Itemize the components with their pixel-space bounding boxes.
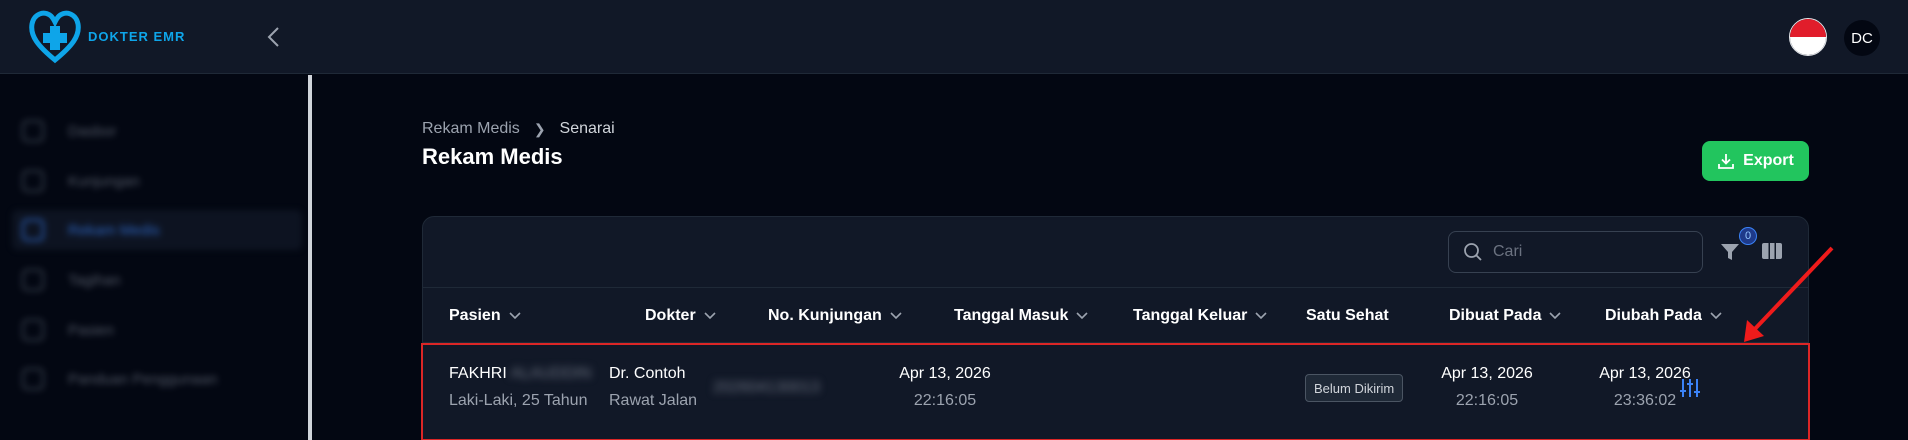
receipt-icon [22, 269, 44, 291]
column-label: Satu Sehat [1306, 307, 1389, 324]
home-icon [22, 120, 44, 142]
search-input[interactable] [1493, 243, 1693, 261]
collapse-sidebar-button[interactable] [266, 26, 282, 48]
row-actions-button[interactable] [1679, 377, 1701, 399]
column-header-pasien[interactable]: Pasien [449, 288, 521, 344]
filter-count-badge: 0 [1739, 227, 1757, 245]
sliders-icon [1680, 379, 1700, 397]
document-icon [22, 219, 44, 241]
breadcrumb-current: Senarai [559, 120, 615, 137]
app-logo[interactable]: DOKTER EMR [28, 8, 185, 64]
sidebar-item-label: Kunjungan [68, 172, 140, 190]
date-in: Apr 13, 2026 [899, 365, 991, 382]
patient-last-name-redacted: ALAUDDIN [510, 365, 592, 382]
columns-icon [1762, 243, 1782, 259]
chevron-down-icon [509, 312, 521, 320]
search-icon [1464, 243, 1482, 261]
heart-cross-logo-icon [29, 10, 81, 64]
column-header-no-kunjungan[interactable]: No. Kunjungan [768, 288, 902, 344]
column-header-dokter[interactable]: Dokter [645, 288, 716, 344]
column-header-dibuat-pada[interactable]: Dibuat Pada [1449, 288, 1562, 344]
chevron-down-icon [1076, 312, 1088, 320]
column-label: Dibuat Pada [1449, 307, 1542, 324]
export-button[interactable]: Export [1702, 141, 1809, 181]
chevron-right-icon: ❯ [533, 120, 546, 137]
sidebar-item-kunjungan[interactable]: Kunjungan [12, 161, 302, 201]
doctor-name: Dr. Contoh [609, 365, 686, 382]
column-label: No. Kunjungan [768, 307, 882, 324]
flag-white-band [1790, 37, 1826, 55]
satu-sehat-status-badge: Belum Dikirim [1305, 374, 1404, 402]
sidebar-item-label: Pasien [68, 321, 114, 339]
sidebar-item-panduan[interactable]: Panduan Penggunaan [12, 359, 302, 399]
chevron-down-icon [1549, 312, 1562, 320]
sidebar-item-pasien[interactable]: Pasien [12, 310, 302, 350]
filter-button[interactable] [1719, 241, 1741, 263]
sidebar: Dasbor Kunjungan Rekam Medis Tagihan Pas… [0, 75, 312, 440]
chevron-left-icon [267, 27, 279, 47]
column-label: Dokter [645, 307, 696, 324]
chevron-down-icon [890, 312, 902, 320]
patient-meta: Laki-Laki, 25 Tahun [449, 392, 588, 409]
sidebar-item-tagihan[interactable]: Tagihan [12, 260, 302, 300]
breadcrumb: Rekam Medis ❯ Senarai [422, 120, 615, 138]
top-navbar: DOKTER EMR DC [0, 0, 1908, 74]
language-switcher[interactable] [1789, 18, 1827, 56]
column-header-tanggal-masuk[interactable]: Tanggal Masuk [954, 288, 1088, 344]
flag-red-band [1790, 19, 1826, 37]
column-label: Diubah Pada [1605, 307, 1702, 324]
breadcrumb-parent-link[interactable]: Rekam Medis [422, 120, 520, 138]
sidebar-item-rekam-medis[interactable]: Rekam Medis [12, 210, 302, 250]
chevron-down-icon [1710, 312, 1722, 320]
visit-number-redacted: 202604130013 [713, 379, 820, 396]
patient-first-name: FAKHRI [449, 365, 507, 382]
column-label: Tanggal Masuk [954, 307, 1069, 324]
sidebar-item-label: Rekam Medis [68, 221, 160, 239]
logo-text: DOKTER EMR [88, 28, 186, 44]
export-label: Export [1743, 152, 1794, 169]
user-icon [22, 319, 44, 341]
column-header-satu-sehat: Satu Sehat [1306, 288, 1389, 344]
column-header-diubah-pada[interactable]: Diubah Pada [1605, 288, 1722, 344]
download-icon [1718, 154, 1735, 169]
records-table-panel: 0 Pasien Dokter No. Kunjungan Tanggal Ma… [421, 216, 1810, 440]
book-icon [22, 368, 44, 390]
sidebar-item-label: Panduan Penggunaan [68, 370, 218, 388]
table-row[interactable]: FAKHRI ALAUDDIN Laki-Laki, 25 Tahun Dr. … [421, 343, 1810, 440]
time-in: 22:16:05 [913, 392, 977, 409]
chevron-down-icon [1255, 312, 1267, 320]
sidebar-item-label: Tagihan [68, 271, 121, 289]
visit-type: Rawat Jalan [609, 392, 698, 409]
page-title: Rekam Medis [422, 144, 563, 169]
patient-name[interactable]: FAKHRI ALAUDDIN [449, 365, 591, 383]
search-box[interactable] [1448, 231, 1703, 273]
created-date: Apr 13, 2026 [1441, 365, 1533, 382]
sidebar-item-label: Dasbor [68, 122, 117, 140]
column-header-tanggal-keluar[interactable]: Tanggal Keluar [1133, 288, 1267, 344]
calendar-icon [22, 170, 44, 192]
columns-toggle-button[interactable] [1761, 241, 1783, 261]
column-label: Pasien [449, 307, 501, 324]
chevron-down-icon [704, 312, 716, 320]
table-header: Pasien Dokter No. Kunjungan Tanggal Masu… [423, 287, 1808, 343]
column-label: Tanggal Keluar [1133, 307, 1248, 324]
sidebar-item-dasbor[interactable]: Dasbor [12, 111, 302, 151]
user-avatar[interactable]: DC [1844, 20, 1880, 56]
filter-icon [1721, 244, 1739, 260]
created-time: 22:16:05 [1455, 392, 1519, 409]
